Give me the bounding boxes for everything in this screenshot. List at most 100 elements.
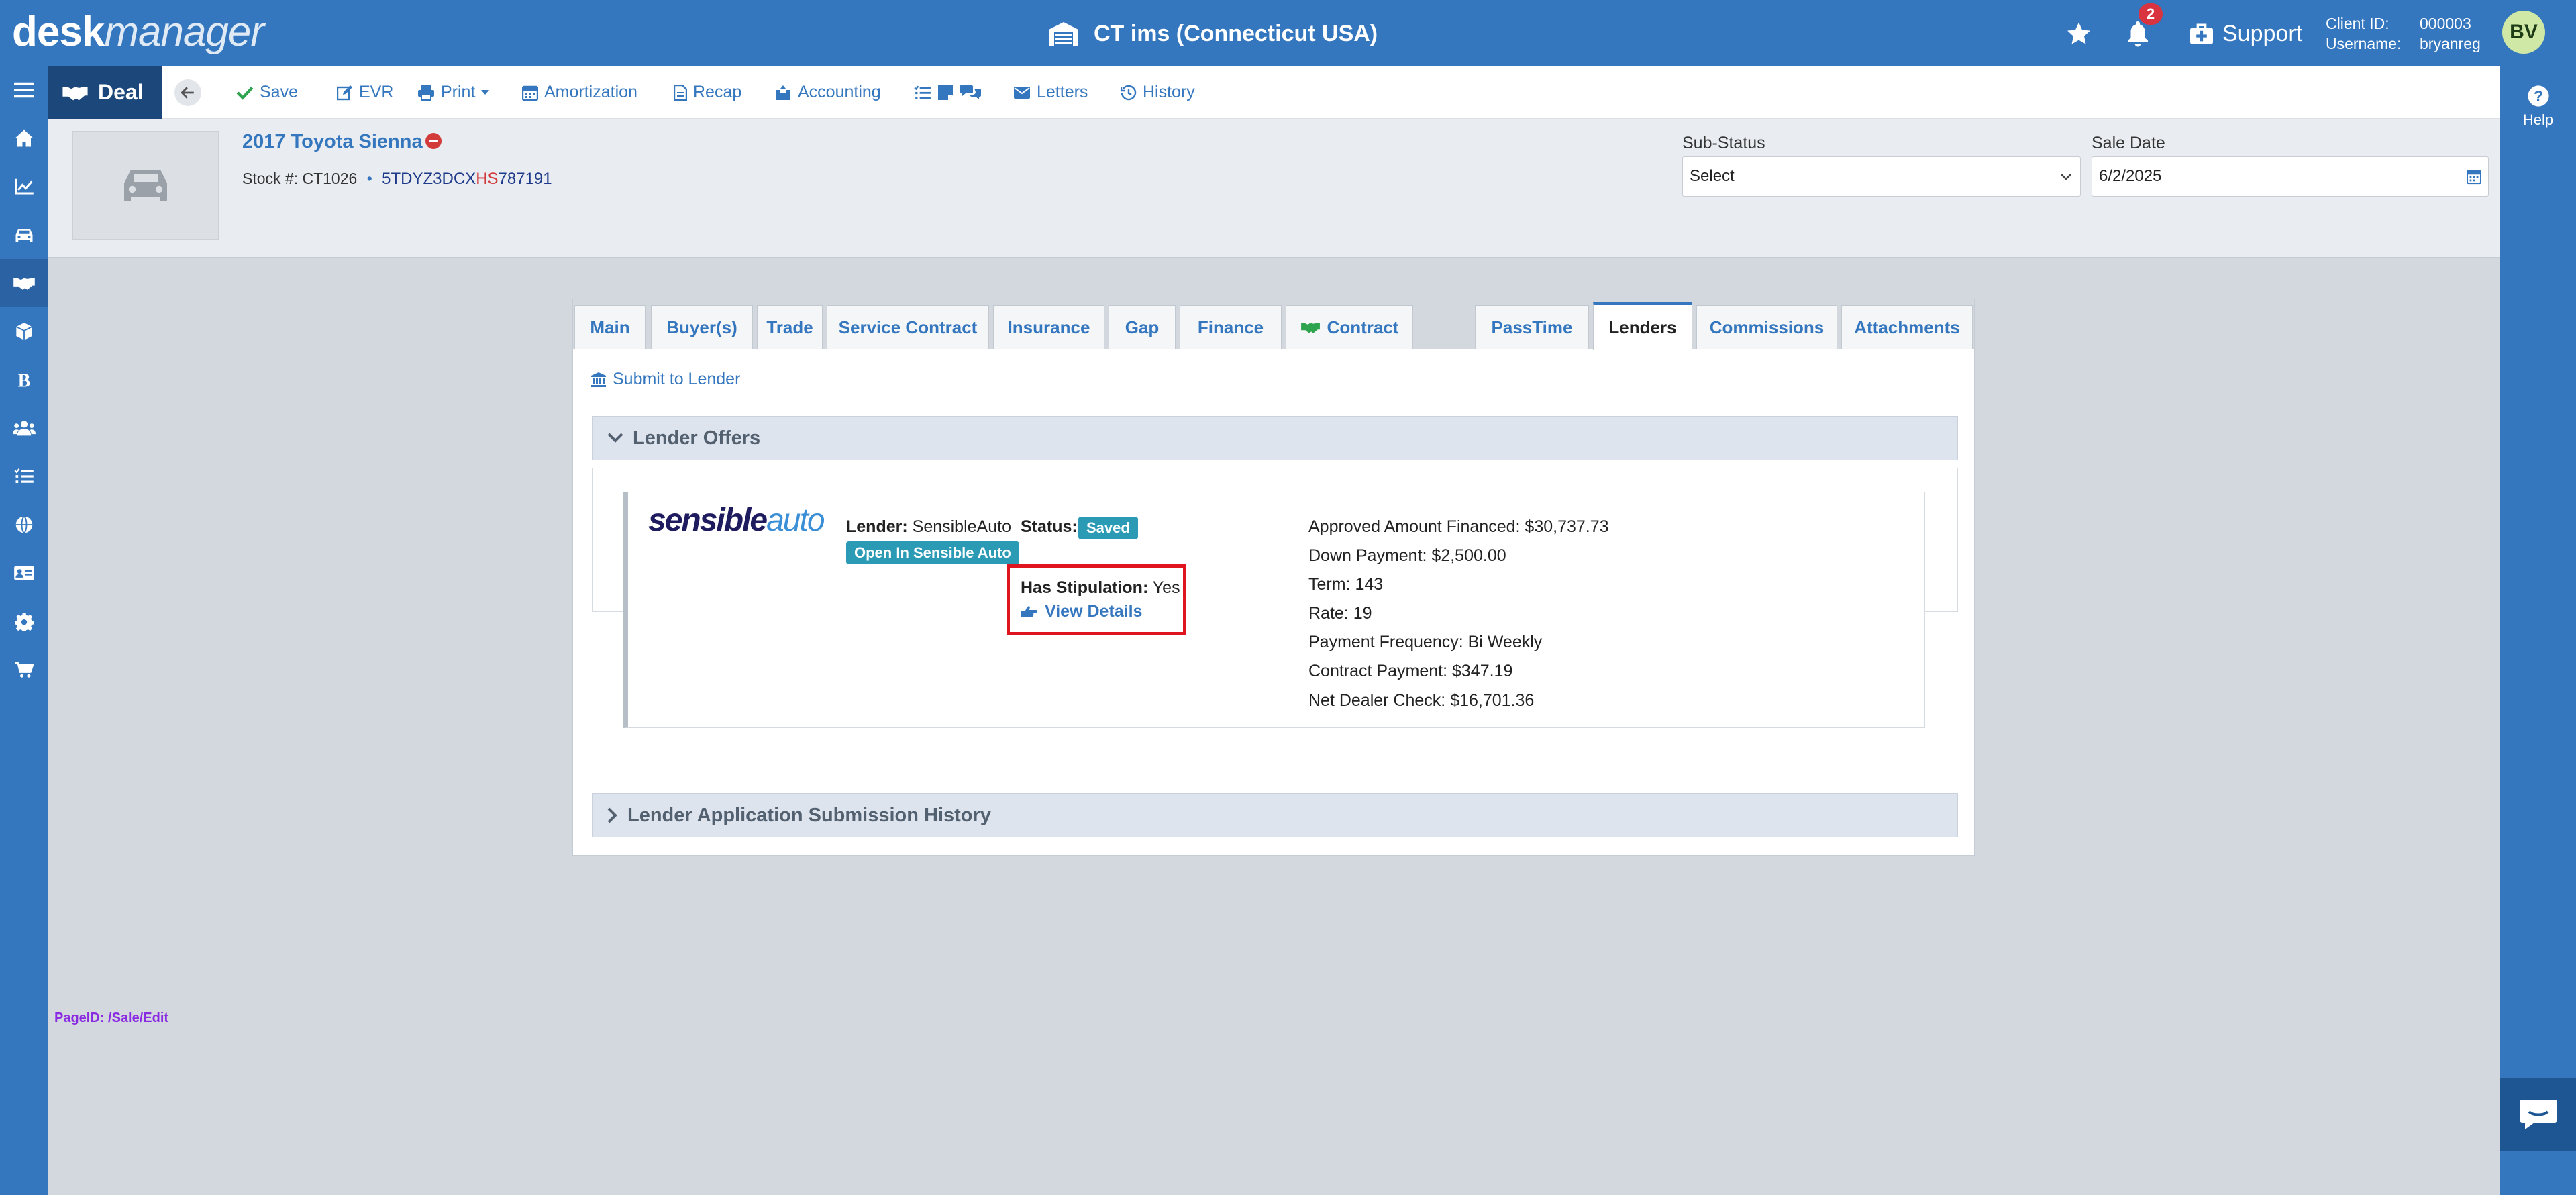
user-avatar[interactable]: BV [2502, 11, 2545, 54]
submit-to-lender-link[interactable]: Submit to Lender [590, 370, 740, 389]
dealership-name: CT ims (Connecticut USA) [1094, 20, 1378, 46]
tab-buyers[interactable]: Buyer(s) [651, 305, 753, 349]
settings-gear-icon[interactable] [0, 597, 48, 645]
deal-label: Deal [98, 80, 144, 104]
save-label: Save [260, 83, 298, 101]
logo-italic-text: manager [104, 9, 264, 55]
stock-number: Stock #: CT1026 [242, 170, 358, 187]
letters-button[interactable]: Letters [1013, 66, 1088, 119]
tab-passtime[interactable]: PassTime [1475, 305, 1589, 349]
logo-bold-text: desk [12, 9, 105, 55]
history-button[interactable]: History [1121, 66, 1195, 119]
deal-section-tab[interactable]: Deal [48, 66, 162, 119]
recap-button[interactable]: Recap [674, 66, 741, 119]
hand-pointer-icon [1021, 605, 1037, 617]
tab-trade[interactable]: Trade [757, 305, 823, 349]
vehicle-stock-vin: Stock #: CT1026 • 5TDYZ3DCXHS787191 [242, 170, 552, 189]
sub-status-select[interactable]: Select [1682, 156, 2081, 197]
vin-part1: 5TDYZ3DCX [382, 170, 476, 188]
vin-number[interactable]: 5TDYZ3DCXHS787191 [382, 170, 552, 188]
tasks-notes-buttons[interactable] [914, 66, 981, 119]
logo-auto: auto [766, 503, 825, 538]
web-globe-icon[interactable] [0, 501, 48, 549]
vehicle-title-link[interactable]: 2017 Toyota Sienna [242, 131, 423, 153]
svg-text:?: ? [2534, 87, 2543, 105]
sale-date-input[interactable]: 6/2/2025 [2092, 156, 2489, 197]
client-labels: Client ID: Username: [2326, 13, 2401, 54]
accounting-button[interactable]: Accounting [774, 66, 881, 119]
sub-status-value: Select [1690, 167, 1735, 185]
contacts-card-icon[interactable] [0, 549, 48, 597]
car-placeholder-icon [124, 170, 167, 201]
approved-amount: Approved Amount Financed: $30,737.73 [1308, 517, 1609, 536]
print-icon [418, 85, 434, 101]
handshake-icon [62, 86, 88, 100]
view-details-link[interactable]: View Details [1021, 602, 1142, 621]
dealership-garage-icon [1049, 22, 1078, 46]
lender-offers-header[interactable]: Lender Offers [592, 416, 1958, 460]
term: Term: 143 [1308, 575, 1384, 594]
tab-gap[interactable]: Gap [1109, 305, 1176, 349]
top-header: deskmanager CT ims (Connecticut USA) 2 S… [0, 0, 2576, 66]
favorites-star-icon[interactable] [2065, 19, 2092, 48]
save-button[interactable]: Save [236, 66, 298, 119]
home-icon[interactable] [0, 114, 48, 162]
medkit-icon [2190, 23, 2213, 44]
letters-label: Letters [1037, 83, 1088, 101]
deal-detail-card: Main Buyer(s) Trade Service Contract Ins… [572, 299, 1975, 856]
shopping-cart-icon[interactable] [0, 645, 48, 694]
deal-tabs: Main Buyer(s) Trade Service Contract Ins… [573, 299, 1974, 350]
app-logo[interactable]: deskmanager [12, 11, 264, 54]
open-in-sensible-auto-button[interactable]: Open In Sensible Auto [846, 541, 1019, 564]
vehicle-photo-placeholder[interactable] [72, 131, 219, 240]
inventory-car-icon[interactable] [0, 211, 48, 259]
client-values: 000003 bryanreg [2420, 13, 2481, 54]
chat-widget-button[interactable] [2500, 1078, 2576, 1151]
right-rail [2500, 66, 2576, 1195]
support-link[interactable]: Support [2189, 19, 2302, 48]
stipulation-highlight-box [1007, 564, 1186, 635]
amortization-button[interactable]: Amortization [522, 66, 637, 119]
username-value: bryanreg [2420, 35, 2481, 52]
tab-commissions[interactable]: Commissions [1696, 305, 1837, 349]
lender-name-row: Lender: SensibleAuto [846, 517, 1011, 537]
vehicle-header: 2017 Toyota Sienna Stock #: CT1026 • 5TD… [48, 119, 2500, 258]
separator-dot: • [366, 170, 372, 187]
tab-finance[interactable]: Finance [1180, 305, 1282, 349]
print-label: Print [441, 83, 476, 101]
menu-hamburger-icon[interactable] [0, 66, 48, 114]
sale-date-label: Sale Date [2092, 134, 2165, 152]
bhph-b-icon[interactable]: B [0, 356, 48, 404]
back-button[interactable] [174, 79, 201, 106]
tab-lenders[interactable]: Lenders [1593, 302, 1692, 350]
caret-down-icon [481, 89, 490, 95]
chat-bubble-icon [2519, 1100, 2557, 1129]
submission-history-header[interactable]: Lender Application Submission History [592, 793, 1958, 837]
history-label: History [1143, 83, 1195, 101]
arrow-left-icon [181, 87, 194, 99]
vin-part2: 787191 [498, 170, 552, 188]
evr-button[interactable]: EVR [337, 66, 393, 119]
print-dropdown-button[interactable]: Print [417, 66, 490, 119]
sub-status-label: Sub-Status [1682, 134, 1765, 152]
tab-contract-label: Contract [1327, 317, 1399, 337]
support-label: Support [2222, 20, 2303, 46]
logo-sensible: sensible [648, 503, 768, 538]
tab-insurance[interactable]: Insurance [993, 305, 1104, 349]
customers-users-icon[interactable] [0, 404, 48, 452]
note-icon [938, 85, 953, 100]
vin-highlight: HS [476, 170, 499, 188]
tab-contract[interactable]: Contract [1286, 305, 1413, 349]
tasks-list-icon[interactable] [0, 452, 48, 501]
help-button[interactable]: ? Help [2500, 85, 2576, 129]
comments-icon [960, 85, 981, 99]
svg-text:B: B [18, 371, 31, 390]
calendar-picker-icon[interactable] [2467, 168, 2481, 185]
tab-service-contract[interactable]: Service Contract [827, 305, 989, 349]
products-box-icon[interactable] [0, 307, 48, 356]
accounting-label: Accounting [798, 83, 881, 101]
tab-attachments[interactable]: Attachments [1841, 305, 1973, 349]
deals-handshake-icon[interactable] [0, 259, 48, 307]
reports-chart-icon[interactable] [0, 162, 48, 211]
tab-main[interactable]: Main [574, 305, 646, 349]
